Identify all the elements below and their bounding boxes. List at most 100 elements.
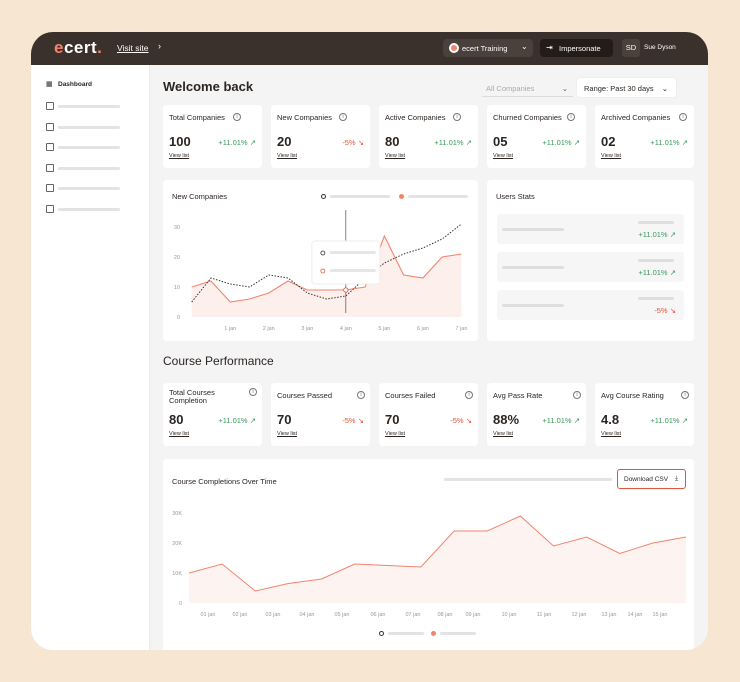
stat-delta: +11.01% ↗ (434, 138, 472, 147)
stat-title: Courses Failed (385, 391, 436, 400)
placeholder-bar (58, 105, 120, 108)
trend-up-icon: ↗ (573, 416, 580, 425)
ecert-logo[interactable]: ecert. (54, 38, 102, 58)
organization-selector[interactable]: ecert Training ⌄ (443, 39, 533, 57)
chevron-right-icon: › (158, 41, 161, 51)
delta-value: +11.01% (650, 416, 680, 425)
delta-value: -5% (342, 416, 356, 425)
placeholder-bar (638, 221, 674, 224)
users-stats-card: Users Stats +11.01% ↗ +11.01% ↗ -5% ↘ (487, 180, 694, 341)
stat-value: 02 (601, 134, 616, 149)
stat-delta: +11.01% ↗ (542, 138, 580, 147)
info-icon[interactable]: i (681, 391, 689, 399)
stat-card-active-companies: Active Companies i 80 +11.01% ↗ View lis… (379, 105, 478, 168)
view-list-link[interactable]: View list (385, 431, 405, 437)
new-companies-chart-card: New Companies 0 10 20 30 1 jan 2 jan 3 jan 4 ja… (163, 180, 478, 341)
view-list-link[interactable]: View list (277, 153, 297, 159)
org-logo-icon (449, 43, 459, 53)
sidebar-item-4[interactable] (46, 143, 146, 155)
trend-down-icon: ↘ (357, 416, 364, 425)
sidebar-item-5[interactable] (46, 164, 146, 176)
x-tick-label: 1 jan (224, 326, 236, 332)
impersonate-button[interactable]: ⇥ Impersonate (540, 39, 613, 57)
y-tick-label: 30K (172, 511, 182, 517)
stat-value: 20 (277, 134, 292, 149)
info-icon[interactable]: i (357, 391, 365, 399)
stat-value: 80 (169, 412, 184, 427)
view-list-link[interactable]: View list (601, 153, 621, 159)
stat-title: Avg Course Rating (601, 391, 664, 400)
sidebar-item-7[interactable] (46, 205, 146, 217)
delta-value: +11.01% (542, 416, 572, 425)
stat-delta: -5% ↘ (342, 416, 364, 425)
stat-card-churned-companies: Churned Companies i 05 +11.01% ↗ View li… (487, 105, 586, 168)
tooltip-placeholder (329, 251, 376, 254)
new-companies-line-chart: 0 10 20 30 1 jan 2 jan 3 jan 4 jan 5 jan 6 jan 7 j… (174, 210, 467, 332)
x-tick-label: 04 jan (300, 612, 315, 618)
legend-label-placeholder (388, 632, 424, 635)
info-icon[interactable]: i (339, 113, 347, 121)
x-tick-label: 07 jan (406, 612, 421, 618)
placeholder-bar (58, 167, 120, 170)
sidebar-item-dashboard[interactable]: ▦ Dashboard (46, 81, 146, 93)
sidebar-item-3[interactable] (46, 123, 146, 135)
stat-card-avg-course-rating: Avg Course Rating i 4.8 +11.01% ↗ View l… (595, 383, 694, 446)
info-icon[interactable]: i (249, 388, 257, 396)
chevron-down-icon: ⌄ (521, 42, 528, 51)
delta-value: +11.01% (638, 230, 668, 239)
chart-tooltip (311, 240, 381, 285)
view-list-link[interactable]: View list (601, 431, 621, 437)
course-completions-area-chart: 0 10K 20K 30K 01 jan 02 jan 03 jan 04 jan 05 jan… (172, 511, 687, 618)
stat-title: Courses Passed (277, 391, 333, 400)
view-list-link[interactable]: View list (493, 431, 513, 437)
sidebar-item-2[interactable] (46, 102, 146, 114)
view-list-link[interactable]: View list (385, 153, 405, 159)
info-icon[interactable]: i (233, 113, 241, 121)
y-tick-label: 0 (177, 315, 180, 321)
info-icon[interactable]: i (453, 113, 461, 121)
y-tick-label: 10K (172, 571, 182, 577)
view-list-link[interactable]: View list (493, 153, 513, 159)
delta-value: +11.01% (434, 138, 464, 147)
x-tick-label: 02 jan (233, 612, 248, 618)
info-icon[interactable]: i (465, 391, 473, 399)
users-stat-row: -5% ↘ (497, 290, 684, 320)
sidebar-item-6[interactable] (46, 184, 146, 196)
y-tick-label: 20K (172, 541, 182, 547)
main-content: Welcome back All Companies ⌄ Range: Past… (150, 65, 708, 650)
x-tick-label: 14 jan (628, 612, 643, 618)
trend-up-icon: ↗ (681, 138, 688, 147)
stat-value: 100 (169, 134, 191, 149)
card-title: Users Stats (496, 192, 535, 201)
avatar[interactable]: SD (622, 39, 640, 57)
info-icon[interactable]: i (567, 113, 575, 121)
placeholder-bar (58, 187, 120, 190)
visit-site-link[interactable]: Visit site (117, 43, 149, 53)
view-list-link[interactable]: View list (169, 431, 189, 437)
x-tick-label: 5 jan (378, 326, 390, 332)
placeholder-bar (502, 304, 564, 307)
trend-up-icon: ↗ (573, 138, 580, 147)
x-tick-label: 6 jan (417, 326, 429, 332)
chevron-down-icon: ⌄ (561, 84, 568, 93)
y-tick-label: 20 (174, 255, 180, 261)
trend-up-icon: ↗ (669, 268, 676, 277)
x-tick-label: 7 jan (455, 326, 467, 332)
companies-filter[interactable]: All Companies ⌄ (482, 79, 573, 97)
stat-card-total-companies: Total Companies i 100 +11.01% ↗ View lis… (163, 105, 262, 168)
stat-value: 70 (277, 412, 292, 427)
range-filter[interactable]: Range: Past 30 days ⌄ (577, 78, 676, 97)
stat-title: Churned Companies (493, 113, 562, 122)
info-icon[interactable]: i (573, 391, 581, 399)
placeholder-bar (502, 228, 564, 231)
stat-value: 05 (493, 134, 508, 149)
list-icon (46, 184, 54, 192)
user-name: Sue Dyson (644, 44, 676, 51)
impersonate-label: Impersonate (559, 44, 601, 53)
y-tick-label: 30 (174, 225, 180, 231)
course-icon (46, 143, 54, 151)
info-icon[interactable]: i (679, 113, 687, 121)
view-list-link[interactable]: View list (277, 431, 297, 437)
view-list-link[interactable]: View list (169, 153, 189, 159)
delta-value: +11.01% (638, 268, 668, 277)
